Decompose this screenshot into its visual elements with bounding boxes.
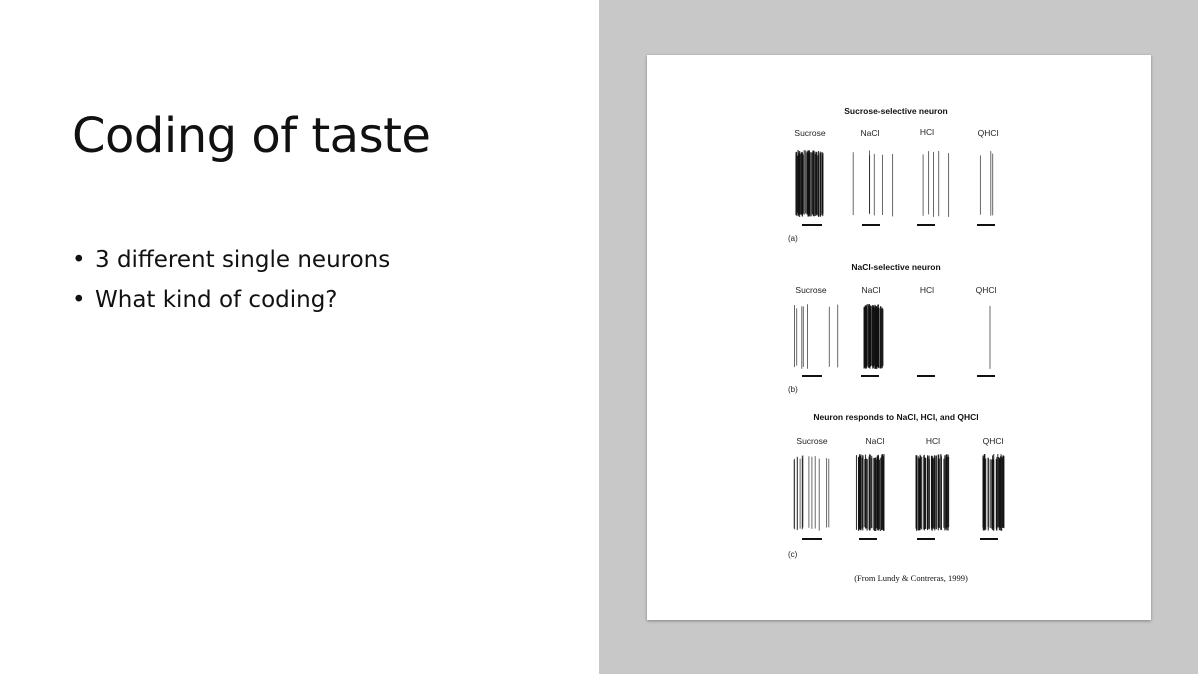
panel-a-title: Sucrose-selective neuron [844,106,947,116]
slide-content: Coding of taste • 3 different single neur… [0,0,599,674]
stimulus-label: HCl [920,127,934,137]
bullet-list: • 3 different single neurons • What kind o… [72,240,390,320]
stimulus-label: NaCl [861,128,880,138]
stimulus-label: QHCl [976,285,997,295]
panel-b-title: NaCl-selective neuron [851,262,940,272]
panel-a-label: (a) [788,234,798,243]
stimulus-label: Sucrose [796,436,827,446]
bullet-text: What kind of coding? [95,287,338,313]
stimulus-label: QHCl [983,436,1004,446]
bullet-dot: • [72,247,86,273]
raster-group [793,150,1005,540]
bullet-item: • What kind of coding? [72,280,390,320]
stimulus-label: HCl [926,436,940,446]
slide-title: Coding of taste [72,108,431,164]
stimulus-label: HCl [920,285,934,295]
bullet-item: • 3 different single neurons [72,240,390,280]
stimulus-label: NaCl [866,436,885,446]
spike-raster-figure: Sucrose-selective neuron Sucrose NaCl HC… [788,106,1005,583]
bullet-text: 3 different single neurons [95,247,391,273]
figure-image: Sucrose-selective neuron Sucrose NaCl HC… [647,55,1151,620]
stimulus-label: NaCl [862,285,881,295]
panel-b-label: (b) [788,385,798,394]
panel-c-label: (c) [788,550,798,559]
stimulus-label: Sucrose [794,128,825,138]
stimulus-label: Sucrose [795,285,826,295]
figure-credit: (From Lundy & Contreras, 1999) [854,573,968,583]
bullet-dot: • [72,287,86,313]
panel-c-title: Neuron responds to NaCl, HCl, and QHCl [813,412,978,422]
stimulus-label: QHCl [978,128,999,138]
